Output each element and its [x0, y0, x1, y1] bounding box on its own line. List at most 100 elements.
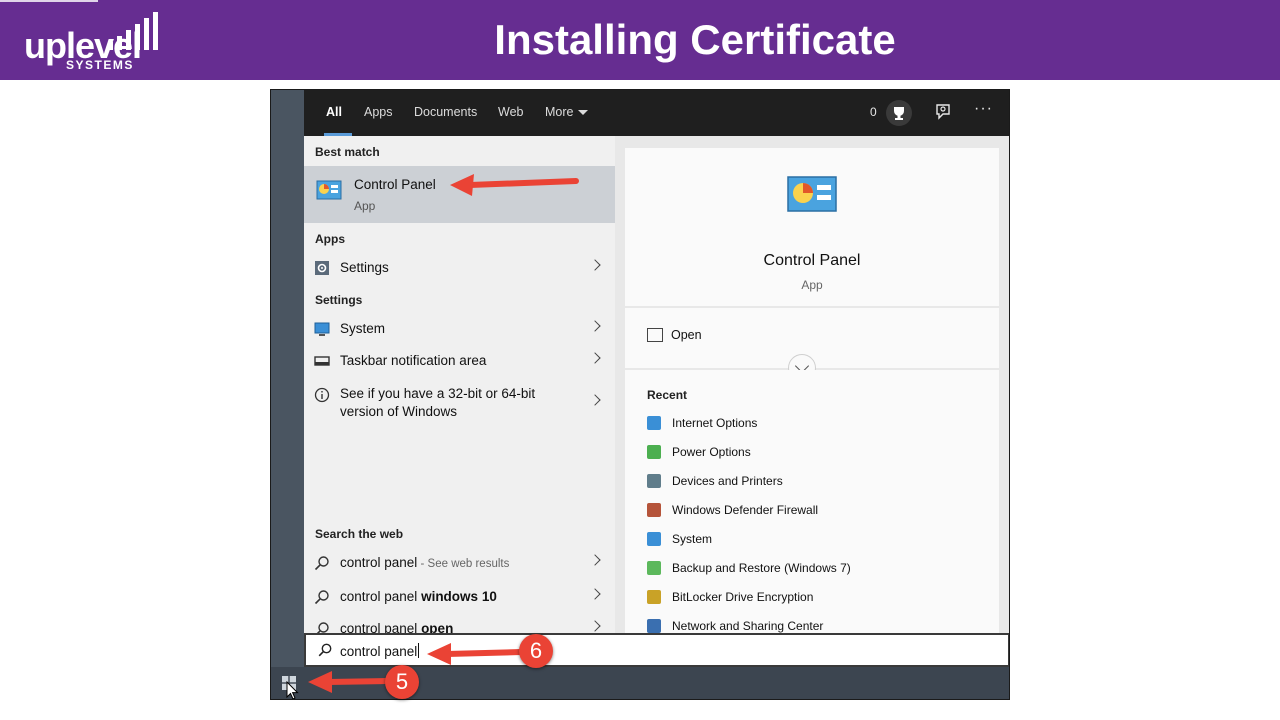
recent-item[interactable]: BitLocker Drive Encryption [647, 588, 987, 614]
recent-item[interactable]: Windows Defender Firewall [647, 501, 987, 527]
recent-item-label: Devices and Printers [672, 474, 783, 488]
search-input-value: control panel [340, 644, 418, 659]
search-icon [318, 643, 332, 657]
result-taskbar-label: Taskbar notification area [340, 353, 487, 368]
chevron-right-icon[interactable] [589, 259, 601, 271]
apps-heading: Apps [315, 232, 345, 246]
preview-header-card: Control Panel App [625, 148, 999, 306]
uplevel-logo: uplevel SYSTEMS [24, 8, 164, 74]
recent-item-icon [647, 532, 661, 546]
search-box[interactable]: control panel [304, 633, 1009, 667]
result-settings-label: Settings [340, 260, 389, 275]
trophy-icon[interactable] [886, 100, 912, 126]
result-system-label: System [340, 321, 386, 336]
result-settings[interactable]: Settings [304, 252, 615, 284]
best-match-subtitle: App [354, 199, 376, 213]
logo-subtext: SYSTEMS [66, 58, 134, 72]
best-match-title: Control Panel [354, 177, 436, 192]
gear-icon [315, 261, 329, 275]
web-result-prefix: control panel [340, 555, 418, 570]
preview-title: Control Panel [763, 252, 861, 269]
tab-all[interactable]: All [326, 105, 342, 119]
recent-item-icon [647, 590, 661, 604]
result-taskbar-notification[interactable]: Taskbar notification area [304, 345, 615, 377]
open-window-icon [647, 328, 663, 342]
recent-item-label: Windows Defender Firewall [672, 503, 819, 517]
mouse-cursor-icon [286, 681, 299, 699]
result-32-64-line1: See if you have a 32-bit or 64-bit [340, 386, 536, 401]
recent-item[interactable]: Devices and Printers [647, 472, 987, 498]
tab-more[interactable]: More [545, 105, 589, 119]
results-list: Best match Control Panel App Apps Settin… [304, 136, 615, 699]
annotation-arrow-start [308, 671, 389, 693]
recent-item-icon [647, 474, 661, 488]
control-panel-icon [316, 180, 342, 200]
recent-heading: Recent [647, 388, 688, 402]
web-result-label: control panel windows 10 [340, 589, 497, 604]
slide-title: Installing Certificate [494, 16, 896, 63]
preview-subtitle: App [801, 278, 823, 292]
open-label: Open [671, 328, 702, 342]
monitor-icon [314, 322, 330, 336]
chevron-right-icon[interactable] [589, 588, 601, 600]
result-32-64-bit[interactable]: See if you have a 32-bit or 64-bit versio… [304, 379, 615, 423]
recent-item-label: Network and Sharing Center [672, 619, 824, 633]
more-options-icon[interactable]: ··· [974, 100, 993, 118]
annotation-arrow-search [427, 643, 524, 665]
recent-item[interactable]: Power Options [647, 443, 987, 469]
tab-more-label: More [545, 105, 574, 119]
recent-item-icon [647, 619, 661, 633]
windows-search-screenshot: All Apps Documents Web More 0 ··· Best m… [270, 89, 1010, 700]
tab-apps[interactable]: Apps [364, 105, 393, 119]
web-result-prefix: control panel [340, 589, 422, 604]
taskbar-icon [314, 356, 330, 366]
result-32-64-line2: version of Windows [340, 404, 458, 419]
recent-item-label: Internet Options [672, 416, 758, 430]
chevron-right-icon[interactable] [589, 320, 601, 332]
chevron-right-icon[interactable] [589, 554, 601, 566]
chevron-right-icon[interactable] [589, 620, 601, 632]
info-icon [314, 387, 330, 403]
web-result[interactable]: control panel windows 10 [304, 581, 615, 613]
rewards-points: 0 [870, 105, 877, 119]
annotation-arrow-best-match [450, 174, 579, 196]
step-badge-6: 6 [519, 634, 553, 668]
recent-item[interactable]: Backup and Restore (Windows 7) [647, 559, 987, 585]
result-system[interactable]: System [304, 313, 615, 345]
recent-item-icon [647, 416, 661, 430]
recent-item-icon [647, 503, 661, 517]
web-result-hint: - See web results [417, 558, 510, 570]
search-icon [314, 556, 329, 571]
control-panel-large-icon [787, 176, 837, 212]
chevron-right-icon[interactable] [589, 352, 601, 364]
recent-item-icon [647, 445, 661, 459]
recent-item[interactable]: System [647, 530, 987, 556]
feedback-icon[interactable] [934, 102, 954, 122]
chevron-right-icon[interactable] [589, 394, 601, 406]
caret-down-icon [578, 110, 589, 116]
search-topbar: All Apps Documents Web More 0 ··· [304, 90, 1009, 136]
recent-item-icon [647, 561, 661, 575]
slide-header: uplevel SYSTEMS Installing Certificate [0, 0, 1280, 80]
preview-pane: Control Panel App Open Recent Internet O… [615, 136, 1009, 633]
corner-accent [0, 0, 98, 2]
search-web-heading: Search the web [315, 527, 404, 541]
tab-web[interactable]: Web [498, 105, 523, 119]
best-match-heading: Best match [315, 145, 380, 159]
settings-heading: Settings [315, 293, 363, 307]
web-result[interactable]: control panel - See web results [304, 547, 615, 579]
recent-item-label: System [672, 532, 713, 546]
result-32-64-label: See if you have a 32-bit or 64-bit versio… [340, 385, 535, 421]
search-icon [314, 590, 329, 605]
web-result-label: control panel - See web results [340, 555, 509, 570]
step-badge-5: 5 [385, 665, 419, 699]
tab-documents[interactable]: Documents [414, 105, 477, 119]
web-result-suggestion: windows 10 [421, 589, 497, 604]
recent-card: Recent Internet Options Power Options Devi… [625, 370, 999, 633]
start-rail [271, 90, 304, 699]
search-input[interactable]: control panel [340, 643, 420, 659]
recent-item[interactable]: Internet Options [647, 414, 987, 440]
text-caret [418, 643, 420, 658]
recent-item-label: BitLocker Drive Encryption [672, 590, 814, 604]
recent-item-label: Power Options [672, 445, 751, 459]
